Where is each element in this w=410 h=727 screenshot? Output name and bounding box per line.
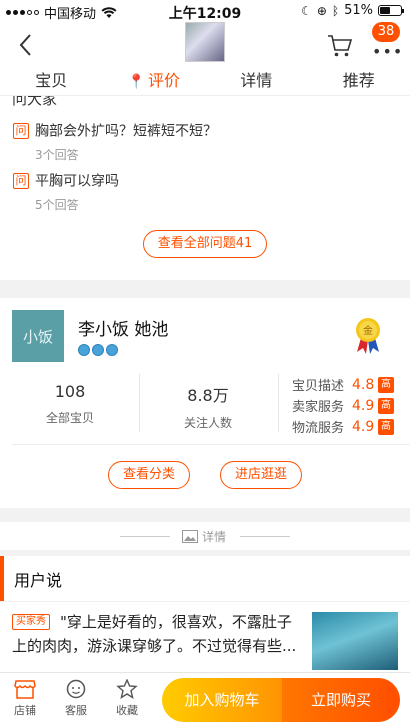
status-bar: 中国移动 上午12:09 ☾ ⊕ ᛒ 51% (0, 0, 410, 22)
section-title: 用户说 (14, 571, 63, 590)
battery-percent: 51% (344, 3, 373, 18)
review-card[interactable]: "穿上是好看的，很喜欢，不露肚子上的肉肉，游泳课穿够了。不过觉得有些... 买家… (0, 602, 410, 672)
tab-reviews[interactable]: 📍 评价 (103, 68, 206, 95)
shop-ratings: 宝贝描述 4.8 高 卖家服务 4.9 高 物流服务 4.9 高 (292, 374, 394, 437)
product-thumbnail[interactable] (185, 22, 225, 62)
divider (139, 374, 140, 432)
tab-recommend[interactable]: 推荐 (308, 68, 410, 95)
favorite-button[interactable]: 收藏 (107, 679, 147, 718)
cart-count-badge: 38 (372, 22, 400, 42)
divider (120, 536, 170, 537)
svg-text:金: 金 (363, 324, 373, 337)
bottom-action-bar: 店铺 客服 收藏 加入购物车 立即购买 (0, 672, 410, 727)
details-separator: 详情 (0, 522, 410, 550)
shop-level-icons (78, 344, 118, 356)
star-icon (116, 679, 138, 699)
location-lock-icon: ⊕ (316, 3, 327, 18)
buy-now-button[interactable]: 立即购买 (282, 678, 400, 722)
question-text: 平胸可以穿吗 (35, 173, 119, 190)
shop-card: 小饭 李小饭 她池 金 108 全部宝贝 8.8万 关注人数 宝贝描述 4.8 … (0, 298, 410, 508)
tab-product[interactable]: 宝贝 (0, 68, 103, 95)
divider (278, 374, 279, 432)
customer-service-button[interactable]: 客服 (56, 679, 96, 718)
rating-row: 宝贝描述 4.8 高 (292, 374, 394, 395)
shop-name[interactable]: 李小饭 她池 (78, 315, 168, 340)
buyer-show-tag: 买家秀 (12, 614, 50, 630)
stat-followers[interactable]: 8.8万 关注人数 (158, 382, 258, 431)
location-pin-icon: 📍 (127, 74, 145, 90)
section-heading: 问大家 (12, 96, 58, 108)
image-icon (182, 530, 198, 543)
nav-bar: ••• 38 (0, 22, 410, 68)
enter-shop-button[interactable]: 进店逛逛 (220, 461, 302, 489)
details-label: 详情 (202, 530, 227, 544)
user-says-header: 用户说 (0, 556, 410, 601)
gold-medal-icon: 金 (356, 318, 380, 354)
add-to-cart-button[interactable]: 加入购物车 (162, 678, 282, 722)
review-photo[interactable] (312, 612, 398, 670)
tab-bar: 宝贝 📍 评价 详情 推荐 (0, 68, 410, 96)
rating-row: 卖家服务 4.9 高 (292, 395, 394, 416)
shop-logo[interactable]: 小饭 (12, 310, 64, 362)
moon-icon: ☾ (301, 3, 312, 18)
bluetooth-icon: ᛒ (331, 3, 340, 18)
review-text: "穿上是好看的，很喜欢，不露肚子上的肉肉，游泳课穿够了。不过觉得有些... (12, 613, 297, 655)
rating-row: 物流服务 4.9 高 (292, 416, 394, 437)
view-category-button[interactable]: 查看分类 (108, 461, 190, 489)
stat-all-items[interactable]: 108 全部宝贝 (20, 382, 120, 426)
battery-icon (378, 5, 404, 16)
question-item[interactable]: 问胸部会外扩吗？短裤短不短？ 3个回答 (13, 120, 217, 163)
cart-icon[interactable] (327, 34, 353, 58)
back-arrow-icon[interactable] (14, 32, 38, 58)
store-icon (14, 680, 36, 699)
divider (240, 536, 290, 537)
store-button[interactable]: 店铺 (5, 679, 45, 718)
divider (12, 444, 410, 445)
tab-details[interactable]: 详情 (205, 68, 308, 95)
question-tag: 问 (13, 172, 29, 189)
question-item[interactable]: 问平胸可以穿吗 5个回答 (13, 170, 119, 213)
ask-everyone-section: 问大家 问胸部会外扩吗？短裤短不短？ 3个回答 问平胸可以穿吗 5个回答 查看全… (0, 96, 410, 280)
question-tag: 问 (13, 122, 29, 139)
question-text: 胸部会外扩吗？短裤短不短？ (35, 123, 217, 140)
answer-count: 5个回答 (35, 197, 79, 212)
chat-face-icon (66, 679, 86, 699)
view-all-questions-button[interactable]: 查看全部问题41 (143, 230, 267, 258)
more-icon[interactable]: ••• (372, 42, 403, 61)
answer-count: 3个回答 (35, 147, 79, 162)
